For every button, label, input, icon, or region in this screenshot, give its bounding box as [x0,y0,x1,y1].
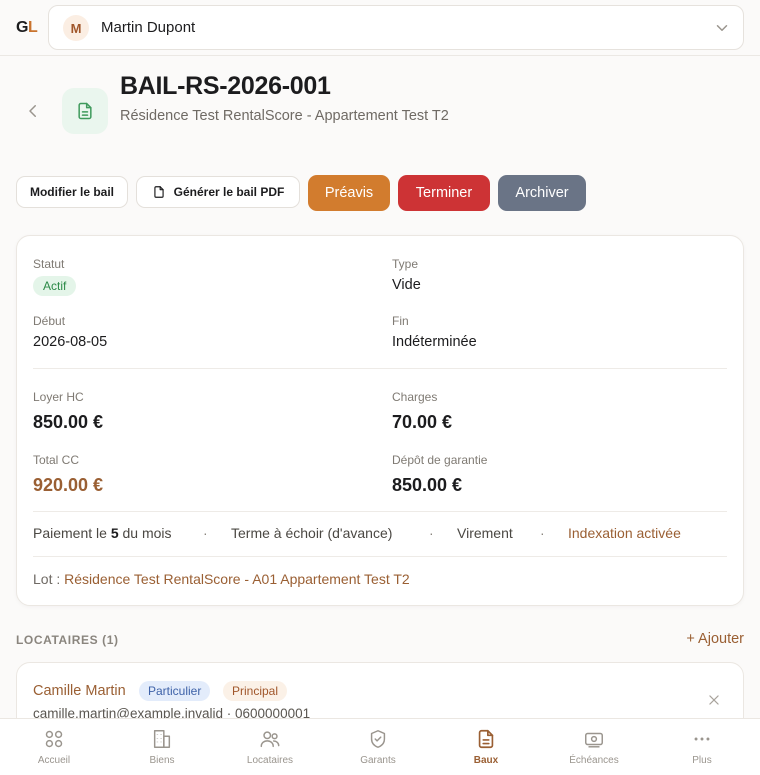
payment-term: Terme à échoir (d'avance) [231,525,393,541]
banknote-icon [585,732,603,748]
terminate-label: Terminer [415,185,473,201]
payment-method: Virement [457,525,513,541]
document-icon [478,729,494,749]
user-avatar: M [63,15,89,41]
deposit-label: Dépôt de garantie [392,453,488,467]
type-value: Vide [392,277,421,293]
document-icon [78,102,92,120]
end-label: Fin [392,314,409,328]
charges-label: Charges [392,390,438,404]
nav-item-biens[interactable]: Biens [108,719,216,775]
more-icon [694,737,710,741]
top-bar: GL M Martin Dupont [0,0,760,56]
type-label: Type [392,257,419,271]
tenant-role-badge: Principal [223,681,288,701]
nav-label: Locataires [246,755,294,766]
tenants-heading: LOCATAIRES (1) [16,633,119,647]
notice-label: Préavis [324,185,374,201]
archive-button[interactable]: Archiver [498,175,586,211]
tenant-name[interactable]: Camille Martin [33,683,126,699]
divider [33,368,727,369]
tenant-type-badge: Particulier [139,681,211,701]
nav-item-accueil[interactable]: Accueil [0,719,108,775]
building-icon [153,730,171,748]
nav-item-garants[interactable]: Garants [324,719,432,775]
user-selector[interactable]: M Martin Dupont [48,5,744,50]
separator: · [540,525,545,541]
users-icon [260,731,280,748]
terminate-button[interactable]: Terminer [398,175,490,211]
app-logo[interactable]: GL [16,19,38,37]
nav-label: Échéances [569,755,619,766]
generate-pdf-label: Générer le bail PDF [173,185,285,199]
start-value: 2026-08-05 [33,334,108,350]
nav-item-locataires[interactable]: Locataires [216,719,324,775]
bottom-navigation: Accueil Biens Locataires Garants Baux Éc… [0,718,760,775]
modify-lease-button[interactable]: Modifier le bail [16,176,128,208]
nav-label: Plus [692,755,712,766]
lot-link[interactable]: Résidence Test RentalScore - A01 Apparte… [64,571,410,587]
deposit-value: 850.00 € [392,475,463,495]
shield-icon [370,730,386,748]
status-label: Statut [33,257,65,271]
payment-day: Paiement le 5 du mois [33,525,172,541]
nav-label: Accueil [37,755,71,766]
end-value: Indéterminée [392,334,477,350]
divider [33,511,727,512]
notice-button[interactable]: Préavis [308,175,390,211]
page-subtitle: Résidence Test RentalScore - Appartement… [120,108,449,124]
close-icon[interactable] [707,693,721,707]
status-badge: Actif [33,276,77,296]
lot-info: Lot : Résidence Test RentalScore - A01 A… [33,571,410,587]
lot-label: Lot : [33,571,61,587]
separator: · [203,525,208,541]
home-grid-icon [45,730,63,748]
back-chevron-icon[interactable] [24,102,42,120]
nav-label: Garants [360,755,396,766]
total-label: Total CC [33,453,80,467]
separator: · [429,525,434,541]
nav-item-echeances[interactable]: Échéances [540,719,648,775]
chevron-down-icon [716,25,728,31]
start-label: Début [33,314,66,328]
file-icon [153,186,164,198]
indexation-status: Indexation activée [568,525,681,541]
archive-label: Archiver [515,185,569,201]
rent-label: Loyer HC [33,390,84,404]
total-value: 920.00 € [33,475,104,495]
modify-lease-label: Modifier le bail [29,185,114,199]
add-tenant-button[interactable]: + Ajouter [686,631,744,647]
lease-document-badge [62,88,108,134]
divider [33,556,727,557]
generate-pdf-button[interactable]: Générer le bail PDF [136,176,300,208]
nav-item-plus[interactable]: Plus [648,719,756,775]
page-title: BAIL-RS-2026-001 [120,72,331,100]
nav-label: Biens [149,755,175,766]
rent-value: 850.00 € [33,412,104,432]
user-name: Martin Dupont [101,19,196,36]
lease-details-card: Statut Actif Type Vide Début 2026-08-05 … [16,235,744,606]
charges-value: 70.00 € [392,412,453,432]
nav-item-baux[interactable]: Baux [432,719,540,775]
nav-label: Baux [473,755,499,766]
